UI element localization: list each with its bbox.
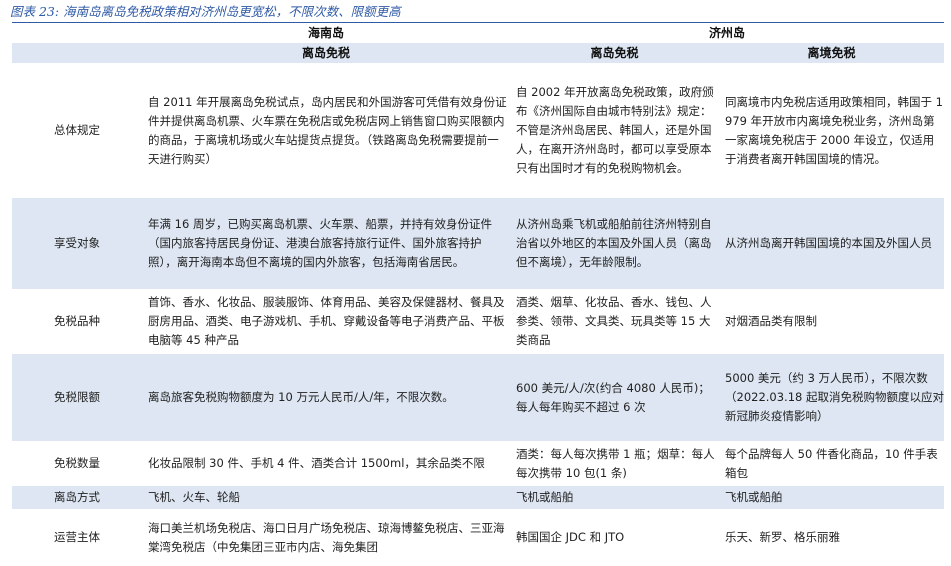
cell-jeju-departure: 从济州岛离开韩国国境的本国及外国人员 xyxy=(719,197,945,290)
comparison-table: 海南岛 济州岛 离岛免税 离岛免税 离境免税 总体规定 自 2011 年开展离岛… xyxy=(12,22,945,566)
row-label: 总体规定 xyxy=(12,63,142,198)
corner-cell xyxy=(12,22,142,43)
cell-jeju-offisland: 600 美元/人/次(约合 4080 人民币)；每人每年购买不超过 6 次 xyxy=(510,353,719,442)
header-hainan: 海南岛 xyxy=(142,22,510,43)
cell-hainan: 化妆品限制 30 件、手机 4 件、酒类合计 1500ml，其余品类不限 xyxy=(142,441,510,486)
cell-jeju-departure: 飞机或船舶 xyxy=(719,485,945,510)
cell-hainan: 飞机、火车、轮船 xyxy=(142,485,510,510)
cell-jeju-offisland: 飞机或船舶 xyxy=(510,485,719,510)
row-label: 享受对象 xyxy=(12,197,142,290)
cell-jeju-offisland: 韩国国企 JDC 和 JTO xyxy=(510,509,719,566)
cell-jeju-offisland: 酒类：每人每次携带 1 瓶；烟草：每人每次携带 10 包(1 条) xyxy=(510,441,719,486)
cell-hainan: 自 2011 年开展离岛免税试点，岛内居民和外国游客可凭借有效身份证件并提供离岛… xyxy=(142,63,510,198)
cell-jeju-departure: 同离境市内免税店适用政策相同，韩国于 1979 年开放市内离境免税业务，济州岛第… xyxy=(719,63,945,198)
cell-hainan: 离岛旅客免税购物额度为 10 万元人民币/人/年，不限次数。 xyxy=(142,353,510,442)
header-jeju: 济州岛 xyxy=(510,22,945,43)
cell-hainan: 海口美兰机场免税店、海口日月广场免税店、琼海博鳌免税店、三亚海棠湾免税店（中免集… xyxy=(142,509,510,566)
figure-title: 图表 23: 海南岛离岛免税政策相对济州岛更宽松，不限次数、限额更高 xyxy=(10,4,401,19)
cell-jeju-offisland: 酒类、烟草、化妆品、香水、钱包、人参类、领带、文具类、玩具类等 15 大类商品 xyxy=(510,289,719,354)
cell-hainan: 年满 16 周岁，已购买离岛机票、火车票、船票，并持有效身份证件（国内旅客持居民… xyxy=(142,197,510,290)
row-label: 免税数量 xyxy=(12,441,142,486)
cell-jeju-offisland: 从济州岛乘飞机或船舶前往济州特别自治省以外地区的本国及外国人员（离岛但不离境），… xyxy=(510,197,719,290)
row-label: 免税限额 xyxy=(12,353,142,442)
cell-hainan: 首饰、香水、化妆品、服装服饰、体育用品、美容及保健器材、餐具及厨房用品、酒类、电… xyxy=(142,289,510,354)
cell-jeju-departure: 对烟酒品类有限制 xyxy=(719,289,945,354)
cell-jeju-departure: 5000 美元（约 3 万人民币），不限次数（2022.03.18 起取消免税购… xyxy=(719,353,945,442)
cell-jeju-departure: 乐天、新罗、格乐丽雅 xyxy=(719,509,945,566)
header-jeju-departure: 离境免税 xyxy=(719,43,945,64)
cell-jeju-departure: 每个品牌每人 50 件香化商品，10 件手表箱包 xyxy=(719,441,945,486)
row-label: 免税品种 xyxy=(12,289,142,354)
cell-jeju-offisland: 自 2002 年开放离岛免税政策，政府颁布《济州国际自由城市特别法》规定：不管是… xyxy=(510,63,719,198)
row-label: 运营主体 xyxy=(12,509,142,566)
corner-cell-2 xyxy=(12,43,142,64)
row-label: 离岛方式 xyxy=(12,485,142,510)
header-jeju-offisland: 离岛免税 xyxy=(510,43,719,64)
header-hainan-offisland: 离岛免税 xyxy=(142,43,510,64)
